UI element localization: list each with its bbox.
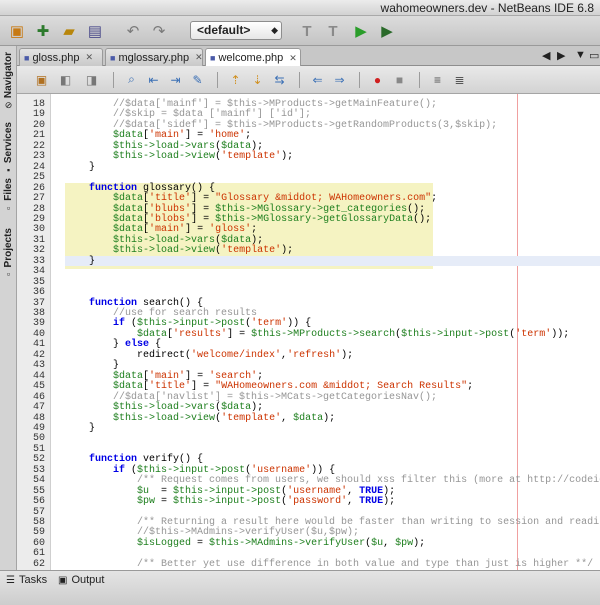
stop-macro-icon[interactable]: ■ — [391, 71, 408, 88]
output-icon: ▣ — [58, 574, 68, 586]
scroll-left-icon[interactable]: ◀ — [542, 49, 550, 62]
undo-icon[interactable]: ↶ — [122, 20, 144, 42]
tab-label: gloss.php — [32, 51, 80, 64]
code-text: $this->load->view('template'); — [113, 245, 294, 257]
clean-build-icon[interactable]: T — [322, 20, 344, 42]
code-text: } — [65, 161, 96, 173]
toolbar-separator — [419, 72, 420, 88]
open-project-icon[interactable]: ▰ — [58, 20, 80, 42]
toggle-bookmark-icon[interactable]: ⇆ — [271, 71, 288, 88]
tab-tasks[interactable]: ☰ Tasks — [6, 573, 47, 587]
close-icon[interactable]: ✕ — [289, 53, 297, 64]
code-text: $isLogged = $this->MAdmins->verifyUser($… — [137, 537, 426, 549]
sidebar-tab-label: Projects — [3, 228, 14, 268]
editor-toolbar: ▣ ◧ ◨ ⌕ ⇤ ⇥ ✎ ⇡ ⇣ ⇆ ⇐ ⇒ ● ■ ≡ ≣ — [17, 66, 600, 94]
navigator-icon: ⊘ — [4, 100, 13, 111]
sidebar-tab-label: Services — [3, 122, 14, 164]
tab-gloss-php[interactable]: ■ gloss.php ✕ — [19, 48, 103, 66]
current-line-highlight — [65, 256, 600, 266]
sidebar-tab-projects[interactable]: Projects ▫ — [1, 228, 16, 279]
tab-mglossary-php[interactable]: ■ mglossary.php ✕ — [105, 48, 203, 66]
configuration-combo[interactable]: <default> ◆ — [190, 21, 282, 40]
back-icon[interactable]: ◧ — [57, 71, 74, 88]
toolbar-separator — [359, 72, 360, 88]
new-file-icon[interactable]: ✚ — [32, 20, 54, 42]
tasks-icon: ☰ — [6, 574, 15, 586]
redo-icon[interactable]: ↷ — [148, 20, 170, 42]
main-toolbar: ▣ ✚ ▰ ▤ ↶ ↷ <default> ◆ T T ▶ ▶ — [0, 16, 600, 46]
tab-output[interactable]: ▣ Output — [58, 573, 104, 587]
new-project-icon[interactable]: ▣ — [6, 20, 28, 42]
source-icon[interactable]: ▣ — [33, 71, 50, 88]
tab-label: Output — [71, 574, 105, 586]
sidebar-tab-files[interactable]: Files ▫ — [1, 178, 16, 213]
next-bookmark-icon[interactable]: ⇣ — [249, 71, 266, 88]
scroll-right-icon[interactable]: ▶ — [557, 49, 565, 62]
code-text: /** Better yet use difference in both va… — [65, 558, 594, 570]
services-icon: ▪ — [6, 165, 11, 176]
code-text: } — [65, 422, 96, 434]
comment-icon[interactable]: ≡ — [429, 71, 446, 88]
sidebar-tab-label: Files — [3, 178, 14, 201]
toolbar-separator — [299, 72, 300, 88]
sidebar-tab-navigator[interactable]: Navigator ⊘ — [1, 52, 16, 111]
find-previous-icon[interactable]: ⇤ — [145, 71, 162, 88]
tab-label: Tasks — [18, 574, 48, 586]
php-file-icon: ■ — [110, 52, 116, 63]
chevron-down-icon: ◆ — [271, 25, 278, 35]
uncomment-icon[interactable]: ≣ — [451, 71, 468, 88]
projects-icon: ▫ — [6, 269, 11, 280]
php-file-icon: ■ — [210, 53, 216, 63]
window-title: wahomeowners.dev - NetBeans IDE 6.8 — [380, 1, 594, 15]
close-icon[interactable]: ✕ — [86, 52, 94, 63]
maximize-icon[interactable]: ▭ — [589, 49, 599, 62]
line-number: 62 — [32, 558, 45, 570]
find-selection-icon[interactable]: ⌕ — [123, 71, 140, 88]
shift-right-icon[interactable]: ⇒ — [331, 71, 348, 88]
toolbar-separator — [217, 72, 218, 88]
close-icon[interactable]: ✕ — [195, 52, 203, 63]
previous-bookmark-icon[interactable]: ⇡ — [227, 71, 244, 88]
toggle-highlight-icon[interactable]: ✎ — [189, 71, 206, 88]
files-icon: ▫ — [6, 202, 11, 213]
code-editor[interactable]: 18 //$data['mainf'] = $this->MProducts->… — [17, 94, 600, 570]
tab-label: welcome.php — [218, 52, 284, 64]
configuration-value: <default> — [197, 23, 251, 37]
sidebar-tab-services[interactable]: Services ▪ — [1, 122, 16, 175]
start-macro-icon[interactable]: ● — [369, 71, 386, 88]
tab-label: mglossary.php — [118, 51, 190, 64]
code-text: $this->load->view('template', $data); — [113, 412, 336, 424]
tab-welcome-php[interactable]: ■ welcome.php ✕ — [205, 48, 301, 67]
shift-left-icon[interactable]: ⇐ — [309, 71, 326, 88]
line-number: 27 — [32, 193, 45, 205]
build-icon[interactable]: T — [296, 20, 318, 42]
window-titlebar: wahomeowners.dev - NetBeans IDE 6.8 — [0, 0, 600, 16]
forward-icon[interactable]: ◨ — [83, 71, 100, 88]
code-text: $this->load->view('template'); — [113, 151, 294, 163]
debug-icon[interactable]: ▶ — [376, 20, 398, 42]
save-all-icon[interactable]: ▤ — [84, 20, 106, 42]
left-sidebar: Navigator ⊘ Services ▪ Files ▫ Projects … — [0, 46, 17, 571]
code-text: $pw = $this->input->post('password', TRU… — [137, 496, 396, 508]
editor-tabs-bar: ■ gloss.php ✕ ■ mglossary.php ✕ ■ welcom… — [17, 46, 600, 67]
code-text: } — [65, 255, 96, 267]
php-file-icon: ■ — [24, 52, 30, 63]
find-next-icon[interactable]: ⇥ — [167, 71, 184, 88]
tab-list-icon[interactable]: ▼ — [575, 49, 586, 61]
toolbar-separator — [113, 72, 114, 88]
sidebar-tab-label: Navigator — [3, 52, 14, 99]
run-icon[interactable]: ▶ — [350, 20, 372, 42]
line-number: 47 — [32, 402, 45, 414]
bottom-panel-bar: ☰ Tasks ▣ Output — [0, 570, 600, 605]
